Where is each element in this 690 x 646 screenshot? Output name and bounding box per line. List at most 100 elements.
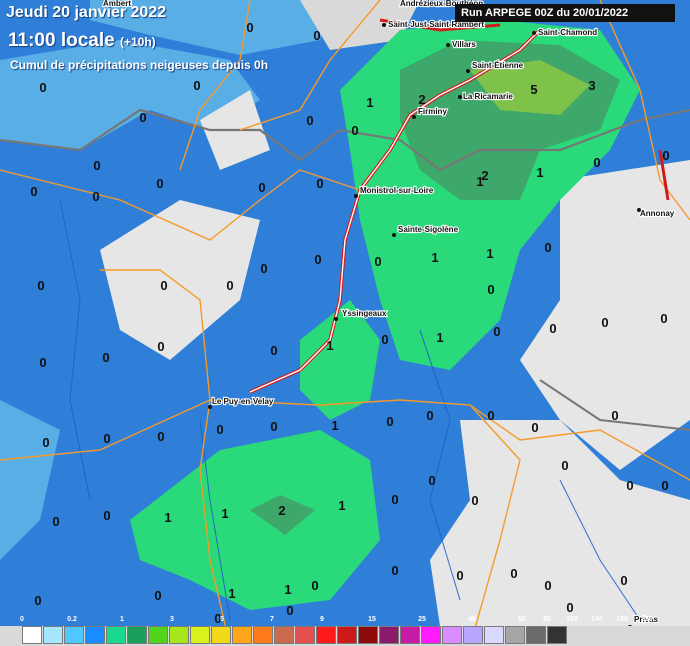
- legend-tick-label: 0: [20, 616, 24, 623]
- city-la-ricamarie: La Ricamarie: [463, 92, 513, 101]
- model-run-label: Run ARPEGE 00Z du 20/01/2022: [455, 4, 675, 22]
- legend-swatch: [127, 626, 147, 644]
- snow-value-label: 0: [391, 492, 398, 507]
- legend-swatch: [400, 626, 420, 644]
- legend-swatch: [85, 626, 105, 644]
- legend-swatch: [106, 626, 126, 644]
- legend-tick-label: 0.2: [67, 616, 77, 623]
- legend-swatch: [295, 626, 315, 644]
- snow-value-label: 0: [428, 473, 435, 488]
- legend-tick-label: 25: [418, 616, 426, 623]
- snow-value-label: 0: [471, 493, 478, 508]
- snow-value-label: 0: [487, 282, 494, 297]
- legend-swatch: [379, 626, 399, 644]
- legend-tick-label: 40: [468, 616, 476, 623]
- snow-value-label: 0: [566, 600, 573, 615]
- legend-swatch: [190, 626, 210, 644]
- snow-value-label: 0: [662, 148, 669, 163]
- snow-value-label: 0: [102, 350, 109, 365]
- snow-value-label: 0: [381, 332, 388, 347]
- snow-value-label: 0: [391, 563, 398, 578]
- snow-value-label: 0: [601, 315, 608, 330]
- legend-tick-label: 5: [220, 616, 224, 623]
- snow-value-label: 0: [156, 176, 163, 191]
- legend-tick-label: 1: [120, 616, 124, 623]
- legend-tick-label: 9: [320, 616, 324, 623]
- snow-value-label: 0: [549, 321, 556, 336]
- snow-value-label: 5: [530, 82, 537, 97]
- city-firminy: Firminy: [418, 107, 447, 116]
- snow-value-label: 0: [306, 113, 313, 128]
- snow-value-label: 1: [284, 582, 291, 597]
- snow-value-label: 1: [164, 510, 171, 525]
- legend-tick-label: 140: [591, 616, 603, 623]
- snow-value-label: 0: [103, 508, 110, 523]
- legend-swatch: [526, 626, 546, 644]
- snow-value-label: 0: [157, 429, 164, 444]
- snow-value-label: 0: [456, 568, 463, 583]
- legend-tick-label: 3: [170, 616, 174, 623]
- city-annonay: Annonay: [640, 209, 675, 218]
- snow-value-label: 0: [39, 80, 46, 95]
- snow-value-label: 0: [313, 28, 320, 43]
- snow-value-label: 0: [226, 278, 233, 293]
- snow-value-label: 0: [660, 311, 667, 326]
- city-saint-chamond: Saint-Chamond: [538, 28, 597, 37]
- legend-swatch: [547, 626, 567, 644]
- legend-swatch: [43, 626, 63, 644]
- legend-swatch: [169, 626, 189, 644]
- snow-value-label: 0: [246, 20, 253, 35]
- snow-value-label: 0: [316, 176, 323, 191]
- city-monistrol: Monistrol-sur-Loire: [360, 186, 434, 195]
- snow-value-label: 0: [39, 355, 46, 370]
- city-villars: Villars: [452, 40, 476, 49]
- snow-value-label: 0: [157, 339, 164, 354]
- legend-swatch: [64, 626, 84, 644]
- time-offset: (+10h): [119, 35, 156, 49]
- legend-swatch: [274, 626, 294, 644]
- snow-value-label: 0: [258, 180, 265, 195]
- legend-swatch: [253, 626, 273, 644]
- legend-swatch: [484, 626, 504, 644]
- snow-value-label: 2: [278, 503, 285, 518]
- snow-value-label: 1: [221, 506, 228, 521]
- snow-value-label: 0: [351, 123, 358, 138]
- snow-value-label: 0: [30, 184, 37, 199]
- legend-swatch: [358, 626, 378, 644]
- legend-swatch: [22, 626, 42, 644]
- snow-value-label: 0: [510, 566, 517, 581]
- snow-value-label: 0: [611, 408, 618, 423]
- legend-tick-label: 15: [368, 616, 376, 623]
- snow-value-label: 1: [436, 330, 443, 345]
- city-le-puy: Le Puy-en-Velay: [212, 397, 274, 406]
- snow-value-label: 0: [426, 408, 433, 423]
- snow-value-label: 0: [270, 343, 277, 358]
- legend-tick-label: 7: [270, 616, 274, 623]
- snow-value-label: 2: [418, 92, 425, 107]
- snow-value-label: 0: [216, 422, 223, 437]
- legend-tick-label: 100: [566, 616, 578, 623]
- snow-value-label: 0: [34, 593, 41, 608]
- snow-value-label: 1: [431, 250, 438, 265]
- snow-value-label: 0: [493, 324, 500, 339]
- snow-value-label: 0: [154, 588, 161, 603]
- forecast-date: Jeudi 20 janvier 2022: [6, 4, 167, 21]
- legend-swatch: [463, 626, 483, 644]
- snow-value-label: 0: [544, 578, 551, 593]
- forecast-time: 11:00 locale (+10h): [8, 30, 156, 52]
- legend-swatch: [421, 626, 441, 644]
- legend-swatch: [148, 626, 168, 644]
- snow-value-label: 1: [326, 338, 333, 353]
- city-yssingeaux: Yssingeaux: [342, 309, 387, 318]
- snow-value-label: 0: [42, 435, 49, 450]
- city-saint-etienne: Saint-Étienne: [472, 61, 524, 70]
- snow-value-label: 1: [338, 498, 345, 513]
- snow-value-label: 0: [620, 573, 627, 588]
- snow-accumulation-map: Ambert Andrézieux-Bouthéon Saint-Just-Sa…: [0, 0, 690, 646]
- snow-value-label: 0: [93, 158, 100, 173]
- legend-swatch: [316, 626, 336, 644]
- snow-value-label: 0: [626, 478, 633, 493]
- legend-swatch: [505, 626, 525, 644]
- time-label: 11:00 locale: [8, 30, 115, 51]
- snow-value-label: 0: [160, 278, 167, 293]
